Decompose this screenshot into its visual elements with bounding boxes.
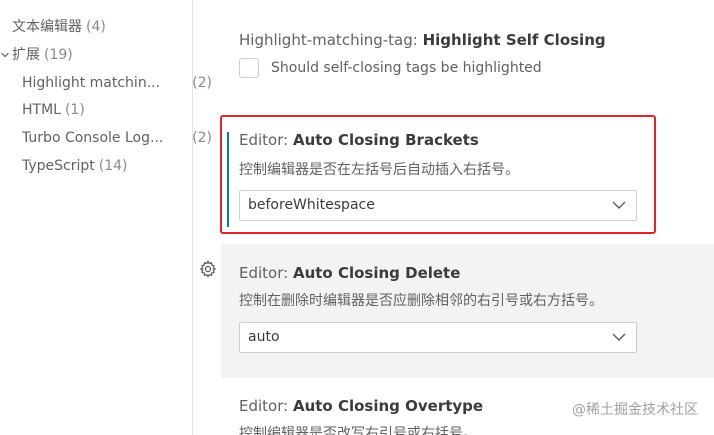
setting-category: Editor: bbox=[239, 397, 289, 415]
sidebar-item-count: (1) bbox=[64, 102, 85, 118]
sidebar-item-typescript[interactable]: TypeScript (14) bbox=[0, 155, 214, 177]
setting-category: Highlight-matching-tag: bbox=[239, 31, 418, 49]
sidebar-item-label: Highlight matchin... bbox=[22, 75, 161, 91]
sidebar-item-count: (4) bbox=[86, 19, 106, 35]
watermark-text: @稀土掘金技术社区 bbox=[572, 402, 698, 418]
red-highlight-annotation bbox=[220, 115, 656, 234]
setting-category: Editor: bbox=[239, 264, 289, 282]
sidebar-item-label: 文本编辑器 bbox=[12, 19, 82, 35]
sidebar-item-highlight-matching-tag[interactable]: Highlight matchin... (2) bbox=[0, 72, 214, 94]
sidebar-item-extensions[interactable]: 扩展 (19) bbox=[0, 44, 204, 66]
chevron-down-icon bbox=[0, 44, 10, 66]
settings-list: Highlight-matching-tag: Highlight Self C… bbox=[193, 0, 714, 435]
sidebar-item-label: Turbo Console Log... bbox=[22, 130, 164, 146]
auto-closing-delete-select[interactable]: auto bbox=[239, 322, 637, 353]
setting-name: Highlight Self Closing bbox=[422, 31, 606, 49]
setting-description: 控制在删除时编辑器是否应删除相邻的右引号或右方括号。 bbox=[239, 293, 603, 309]
sidebar-item-label: HTML bbox=[22, 102, 61, 118]
settings-window: 文本编辑器 (4) 扩展 (19) Highlight matchin... (2) … bbox=[0, 0, 714, 435]
setting-auto-closing-delete: Editor: Auto Closing Delete 控制在删除时编辑器是否应… bbox=[239, 263, 714, 353]
gear-icon[interactable] bbox=[199, 260, 217, 278]
sidebar-item-html[interactable]: HTML (1) bbox=[0, 99, 214, 121]
setting-name: Auto Closing Overtype bbox=[292, 397, 484, 415]
chevron-down-icon bbox=[612, 333, 626, 341]
setting-title: Editor: Auto Closing Delete bbox=[239, 263, 714, 283]
sidebar-item-count: (14) bbox=[98, 158, 128, 174]
setting-name: Auto Closing Delete bbox=[292, 264, 461, 282]
sidebar-item-label: TypeScript bbox=[22, 158, 95, 174]
sidebar-item-label: 扩展 bbox=[12, 47, 40, 63]
sidebar-item-count: (19) bbox=[44, 47, 73, 63]
sidebar-item-turbo-console-log[interactable]: Turbo Console Log... (2) bbox=[0, 127, 214, 149]
settings-toc-sidebar: 文本编辑器 (4) 扩展 (19) Highlight matchin... (2) … bbox=[0, 0, 212, 435]
setting-highlight-self-closing: Highlight-matching-tag: Highlight Self C… bbox=[239, 30, 714, 78]
highlight-self-closing-checkbox[interactable] bbox=[239, 58, 259, 78]
setting-description: 控制编辑器是否改写右引号或右括号。 bbox=[239, 426, 477, 435]
select-value: auto bbox=[248, 329, 280, 345]
checkbox-label: Should self-closing tags be highlighted bbox=[271, 60, 542, 76]
setting-title: Highlight-matching-tag: Highlight Self C… bbox=[239, 30, 714, 50]
checkbox-row: Should self-closing tags be highlighted bbox=[239, 58, 714, 78]
sidebar-item-text-editor[interactable]: 文本编辑器 (4) bbox=[0, 16, 204, 38]
